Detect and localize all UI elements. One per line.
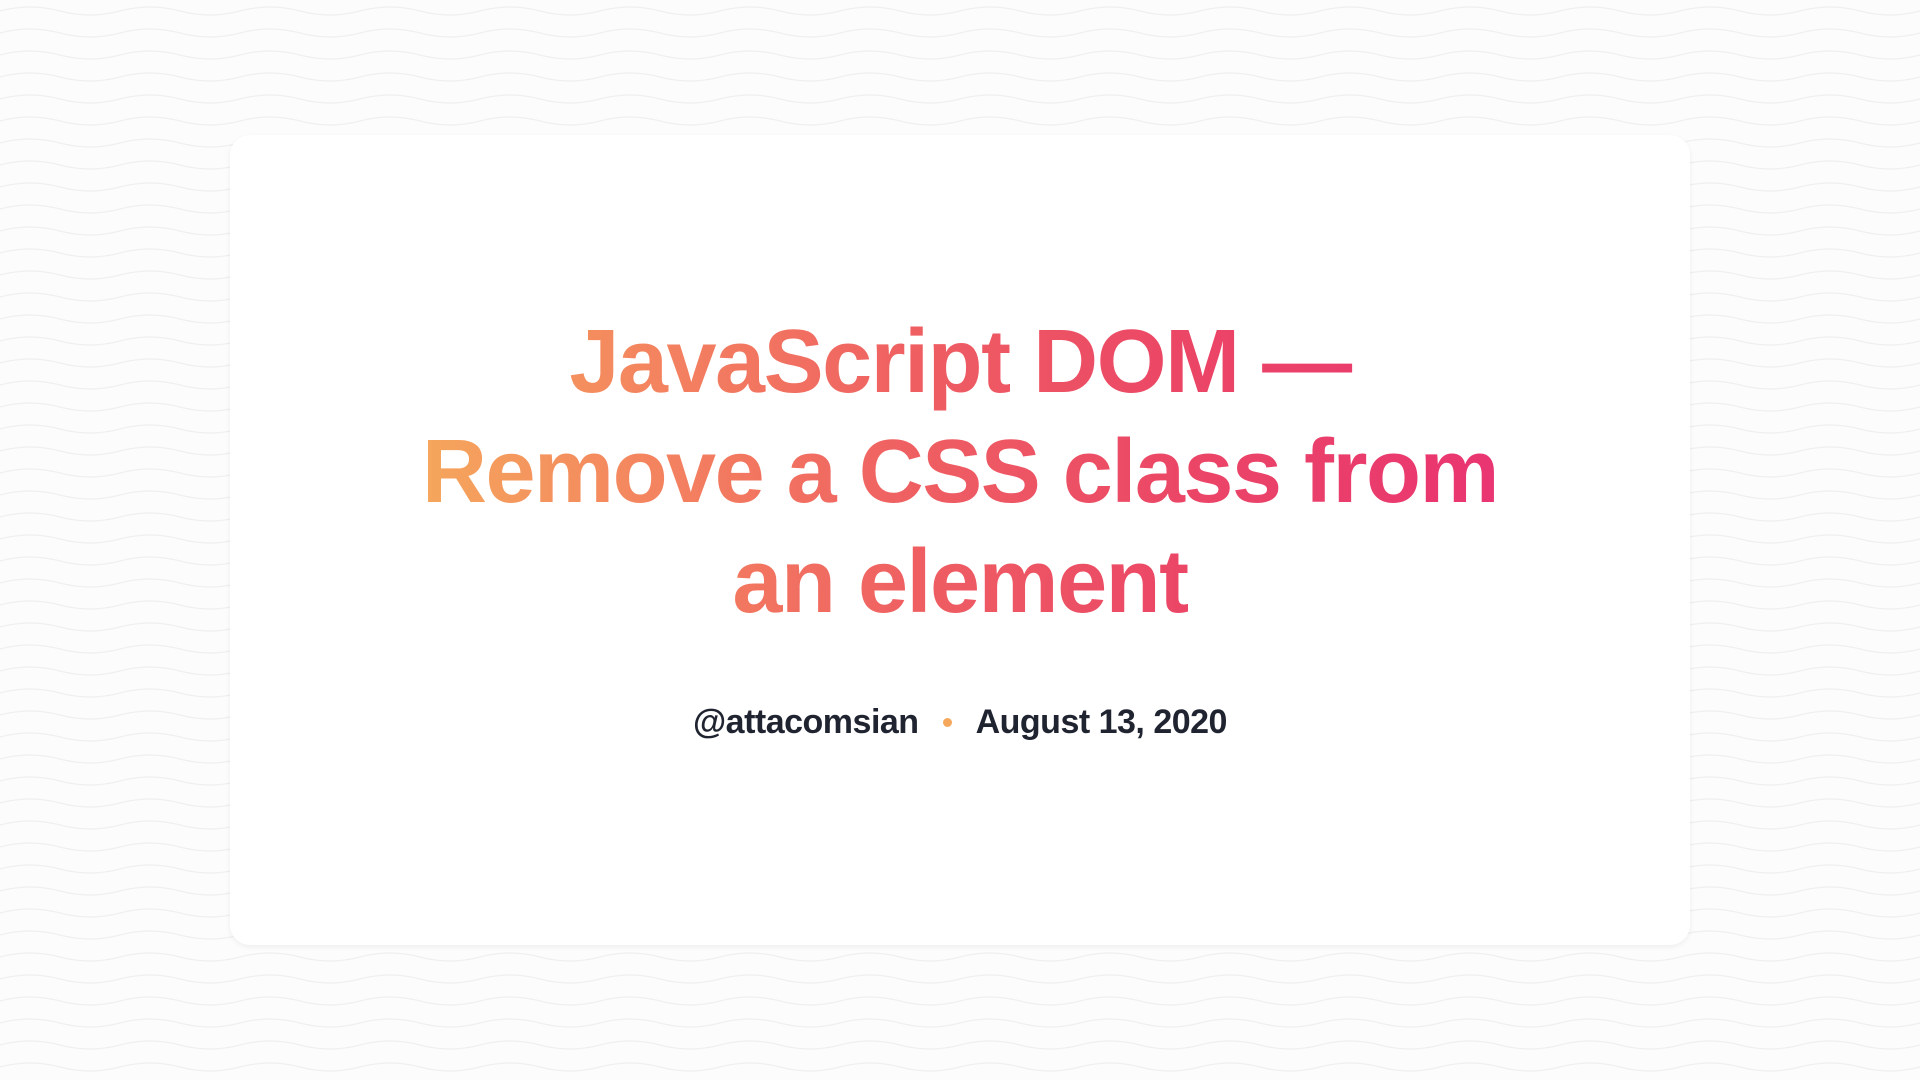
dot-separator-icon <box>943 718 952 727</box>
author-handle: @attacomsian <box>693 703 919 742</box>
article-title: JavaScript DOM — Remove a CSS class from… <box>410 308 1510 637</box>
content-card: JavaScript DOM — Remove a CSS class from… <box>230 135 1690 945</box>
publish-date: August 13, 2020 <box>976 703 1227 742</box>
article-meta: @attacomsian August 13, 2020 <box>693 703 1227 742</box>
